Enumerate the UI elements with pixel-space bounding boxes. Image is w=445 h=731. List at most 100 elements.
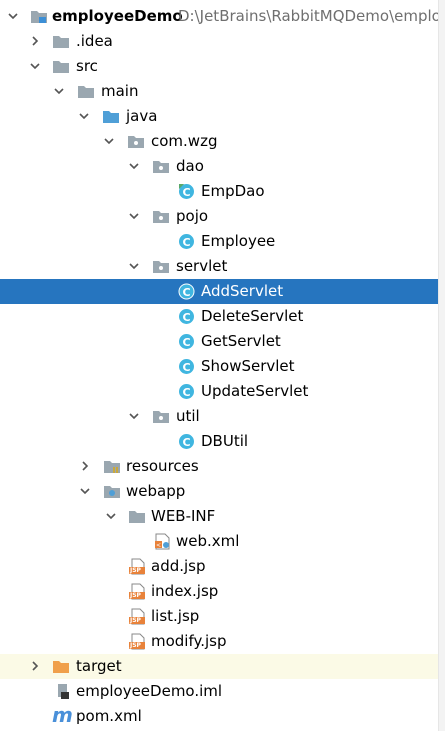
tree-row-dbutil[interactable]: C DBUtil: [0, 429, 445, 454]
chevron-down-icon[interactable]: [78, 479, 94, 504]
tree-label: employeeDemo.iml: [76, 682, 223, 700]
folder-icon: [77, 83, 95, 100]
tree-row-pojo[interactable]: pojo: [0, 204, 445, 229]
chevron-right-icon[interactable]: [28, 654, 44, 679]
tree-row-java[interactable]: java: [0, 104, 445, 129]
tree-row-addservlet[interactable]: C AddServlet: [0, 279, 445, 304]
svg-text:C: C: [182, 186, 190, 199]
tree-label: GetServlet: [201, 332, 281, 350]
class-icon: C: [178, 233, 196, 250]
folder-icon: [52, 58, 70, 75]
package-icon: [127, 133, 145, 150]
package-icon: [152, 408, 170, 425]
tree-label: index.jsp: [151, 582, 219, 600]
chevron-right-icon[interactable]: [28, 29, 44, 54]
tree-label: target: [76, 657, 122, 675]
chevron-down-icon[interactable]: [102, 129, 118, 154]
vertical-scrollbar[interactable]: [438, 0, 445, 731]
tree-label: servlet: [176, 257, 228, 275]
tree-label: util: [176, 407, 200, 425]
maven-m-icon: m: [52, 703, 73, 727]
tree-row-main[interactable]: main: [0, 79, 445, 104]
package-icon: [152, 158, 170, 175]
module-folder-icon: [30, 8, 48, 25]
chevron-down-icon[interactable]: [52, 79, 68, 104]
tree-label: .idea: [76, 32, 113, 50]
chevron-down-icon[interactable]: [127, 404, 143, 429]
tree-label: webapp: [126, 482, 186, 500]
chevron-down-icon[interactable]: [28, 54, 44, 79]
interface-icon: C: [178, 183, 196, 200]
tree-row-dao[interactable]: dao: [0, 154, 445, 179]
tree-row-pom[interactable]: m pom.xml: [0, 703, 445, 729]
tree-label: Employee: [201, 232, 276, 250]
tree-row-web-inf[interactable]: WEB-INF: [0, 504, 445, 529]
tree-row-util[interactable]: util: [0, 404, 445, 429]
chevron-down-icon[interactable]: [77, 104, 93, 129]
tree-row-list-jsp[interactable]: JSP list.jsp: [0, 604, 445, 629]
tree-row-employee[interactable]: C Employee: [0, 229, 445, 254]
tree-label: DBUtil: [201, 432, 249, 450]
tree-row-modify-jsp[interactable]: JSP modify.jsp: [0, 629, 445, 654]
tree-label: EmpDao: [201, 182, 265, 200]
tree-row-iml[interactable]: employeeDemo.iml: [0, 679, 445, 704]
jsp-file-icon: JSP: [128, 608, 146, 625]
tree-row-index-jsp[interactable]: JSP index.jsp: [0, 579, 445, 604]
tree-label: employeeDemo: [52, 7, 183, 25]
tree-row-src[interactable]: src: [0, 54, 445, 79]
tree-row-idea[interactable]: .idea: [0, 29, 445, 54]
tree-label: UpdateServlet: [201, 382, 309, 400]
tree-label: modify.jsp: [151, 632, 227, 650]
chevron-down-icon[interactable]: [104, 504, 120, 529]
svg-text:C: C: [182, 386, 190, 399]
chevron-down-icon[interactable]: [127, 204, 143, 229]
tree-row-updateservlet[interactable]: C UpdateServlet: [0, 379, 445, 404]
tree-row-showservlet[interactable]: C ShowServlet: [0, 354, 445, 379]
jsp-badge: JSP: [130, 617, 141, 624]
jsp-file-icon: JSP: [128, 558, 146, 575]
svg-text:C: C: [182, 286, 190, 299]
jsp-file-icon: JSP: [128, 633, 146, 650]
chevron-down-icon[interactable]: [127, 254, 143, 279]
tree-row-servlet[interactable]: servlet: [0, 254, 445, 279]
jsp-file-icon: JSP: [128, 583, 146, 600]
tree-row-getservlet[interactable]: C GetServlet: [0, 329, 445, 354]
tree-row-empdao[interactable]: C EmpDao: [0, 179, 445, 204]
resources-folder-icon: [103, 458, 121, 475]
tree-row-webapp[interactable]: webapp: [0, 479, 445, 504]
tree-label: pojo: [176, 207, 209, 225]
package-icon: [152, 208, 170, 225]
tree-row-com-wzg[interactable]: com.wzg: [0, 129, 445, 154]
tree-row-web-xml[interactable]: < web.xml: [0, 529, 445, 554]
excluded-folder-icon: [52, 658, 70, 675]
svg-text:C: C: [182, 436, 190, 449]
project-path: D:\JetBrains\RabbitMQDemo\emplo: [178, 7, 441, 25]
folder-icon: [52, 33, 70, 50]
tree-row-deleteservlet[interactable]: C DeleteServlet: [0, 304, 445, 329]
tree-row-resources[interactable]: resources: [0, 454, 445, 479]
tree-label: dao: [176, 157, 204, 175]
tree-label: com.wzg: [151, 132, 218, 150]
chevron-down-icon[interactable]: [127, 154, 143, 179]
svg-text:C: C: [182, 236, 190, 249]
chevron-right-icon[interactable]: [78, 454, 94, 479]
project-tree: employeeDemo D:\JetBrains\RabbitMQDemo\e…: [0, 0, 445, 731]
tree-row-target[interactable]: target: [0, 654, 445, 679]
svg-text:<: <: [156, 542, 161, 549]
class-icon: C: [178, 358, 196, 375]
svg-text:C: C: [182, 336, 190, 349]
tree-row-root[interactable]: employeeDemo D:\JetBrains\RabbitMQDemo\e…: [0, 4, 445, 29]
folder-icon: [128, 508, 146, 525]
class-icon: C: [178, 333, 196, 350]
maven-glyph: m: [52, 703, 73, 727]
class-icon: C: [178, 383, 196, 400]
chevron-down-icon[interactable]: [6, 4, 22, 29]
tree-label: web.xml: [176, 532, 240, 550]
jsp-badge: JSP: [130, 642, 141, 649]
tree-label: pom.xml: [76, 707, 142, 725]
class-icon: C: [178, 283, 196, 300]
tree-label: main: [101, 82, 139, 100]
tree-label: add.jsp: [151, 557, 206, 575]
tree-row-add-jsp[interactable]: JSP add.jsp: [0, 554, 445, 579]
package-icon: [152, 258, 170, 275]
